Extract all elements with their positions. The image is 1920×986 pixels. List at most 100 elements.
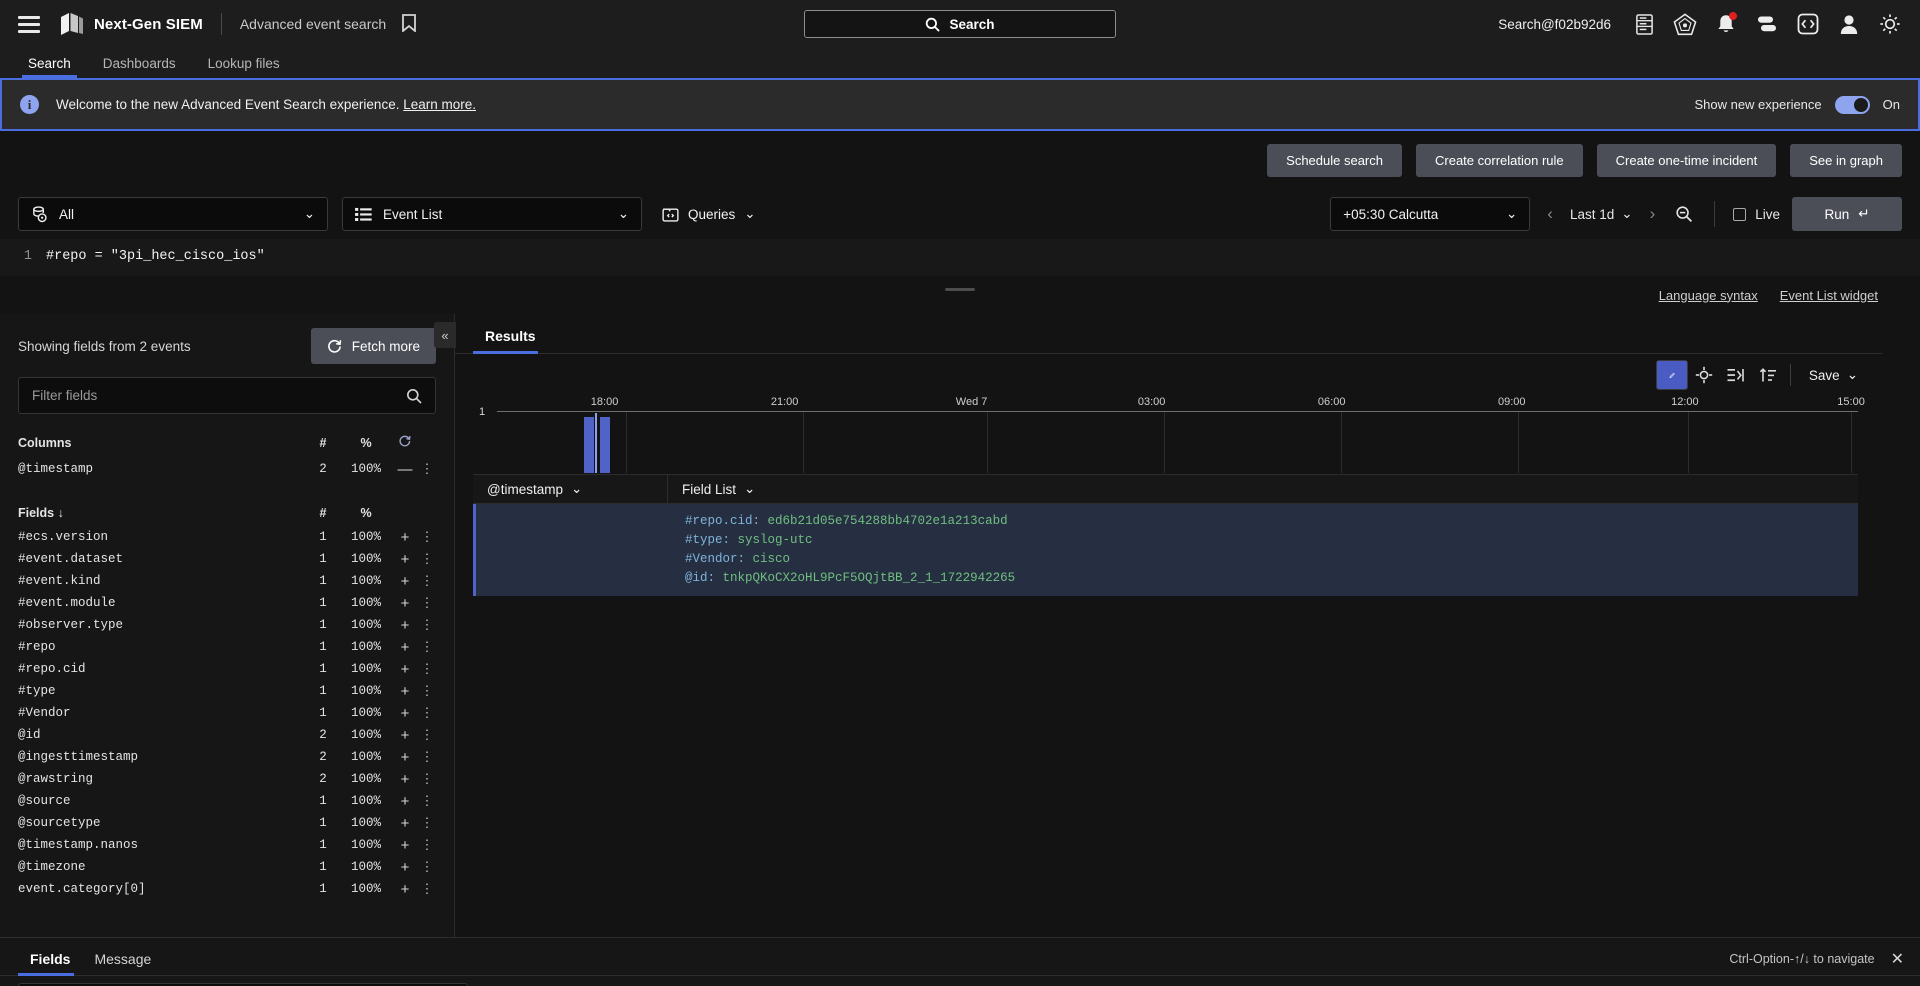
field-row-menu-icon[interactable]: ⋮ [418,661,436,677]
field-row-menu-icon[interactable]: ⋮ [418,573,436,589]
query-editor[interactable]: 1 #repo = "3pi_hec_cisco_ios" [0,239,1920,276]
search-icon[interactable] [406,388,422,404]
add-field-icon[interactable]: + [392,595,418,612]
view-type-selector[interactable]: Event List ⌄ [342,197,642,231]
live-checkbox[interactable]: Live [1733,207,1780,222]
table-row[interactable]: @timezone1100%+⋮ [0,856,454,878]
brand-logo[interactable]: Next-Gen SIEM [58,12,203,36]
table-row[interactable]: event.category[0]1100%+⋮ [0,878,454,900]
table-row[interactable]: @rawstring2100%+⋮ [0,768,454,790]
table-row[interactable]: @source1100%+⋮ [0,790,454,812]
field-row-menu-icon[interactable]: ⋮ [418,837,436,853]
hamburger-menu-icon[interactable] [18,16,40,33]
table-row[interactable]: #event.dataset1100%+⋮ [0,548,454,570]
timeline-histogram-chart[interactable]: 18:0021:00Wed 703:0006:0009:0012:0015:00… [473,396,1858,474]
edit-pen-icon[interactable] [1656,360,1688,390]
add-field-icon[interactable]: + [392,749,418,766]
add-field-icon[interactable]: + [392,727,418,744]
bookmark-icon[interactable] [402,14,416,35]
table-row[interactable]: #observer.type1100%+⋮ [0,614,454,636]
add-field-icon[interactable]: + [392,683,418,700]
editor-resize-handle[interactable] [945,288,975,291]
language-syntax-link[interactable]: Language syntax [1659,288,1758,303]
field-row-menu-icon[interactable]: ⋮ [418,683,436,699]
run-button[interactable]: Run ↵ [1792,197,1902,231]
add-field-icon[interactable]: + [392,705,418,722]
event-list-widget-link[interactable]: Event List widget [1780,288,1878,303]
feedback-icon[interactable] [1755,12,1779,36]
table-row[interactable]: @sourcetype1100%+⋮ [0,812,454,834]
collapse-sidebar-button[interactable]: « [434,322,456,348]
tab-message[interactable]: Message [82,951,163,975]
next-range-icon[interactable]: › [1645,204,1661,224]
event-field-value[interactable]: syslog-utc [738,533,813,547]
tab-fields[interactable]: Fields [18,951,82,975]
filter-fields-input[interactable] [18,377,436,414]
zoom-out-icon[interactable] [1672,202,1696,226]
table-row[interactable]: #event.kind1100%+⋮ [0,570,454,592]
add-field-icon[interactable]: + [392,529,418,546]
field-row-menu-icon[interactable]: ⋮ [418,771,436,787]
table-row[interactable]: #type1100%+⋮ [0,680,454,702]
field-row-menu-icon[interactable]: ⋮ [418,859,436,875]
add-field-icon[interactable]: + [392,837,418,854]
expand-right-icon[interactable] [1720,360,1752,390]
field-row-menu-icon[interactable]: ⋮ [418,705,436,721]
shield-pentagon-icon[interactable] [1673,12,1697,36]
add-field-icon[interactable]: + [392,771,418,788]
user-icon[interactable] [1837,12,1861,36]
column-header-timestamp[interactable]: @timestamp ⌄ [473,475,668,503]
close-icon[interactable]: ✕ [1891,949,1904,969]
field-row-menu-icon[interactable]: ⋮ [418,793,436,809]
field-row-menu-icon[interactable]: ⋮ [418,881,436,897]
fetch-more-button[interactable]: Fetch more [311,328,436,364]
table-row[interactable]: #repo1100%+⋮ [0,636,454,658]
tab-dashboards[interactable]: Dashboards [87,56,192,78]
add-field-icon[interactable]: + [392,617,418,634]
event-field-value[interactable]: ed6b21d05e754288bb4702e1a213cabd [768,514,1008,528]
table-row[interactable]: #Vendor1100%+⋮ [0,702,454,724]
field-row-menu-icon[interactable]: ⋮ [418,595,436,611]
field-row-menu-icon[interactable]: ⋮ [418,815,436,831]
field-row-menu-icon[interactable]: ⋮ [418,529,436,545]
add-field-icon[interactable]: + [392,881,418,898]
add-field-icon[interactable]: + [392,859,418,876]
repository-selector[interactable]: All ⌄ [18,197,328,231]
table-row[interactable]: @ingesttimestamp2100%+⋮ [0,746,454,768]
tab-search[interactable]: Search [12,56,87,78]
table-row[interactable]: #event.module1100%+⋮ [0,592,454,614]
save-button[interactable]: Save ⌄ [1809,367,1858,383]
chart-bar[interactable] [600,417,610,473]
target-crosshair-icon[interactable] [1688,360,1720,390]
field-row-menu-icon[interactable]: ⋮ [418,551,436,567]
timezone-selector[interactable]: +05:30 Calcutta ⌄ [1330,197,1530,231]
column-header-field-list[interactable]: Field List ⌄ [668,481,1858,497]
field-row-menu-icon[interactable]: ⋮ [418,749,436,765]
field-row-menu-icon[interactable]: ⋮ [418,639,436,655]
time-range-selector[interactable]: Last 1d ⌄ [1570,206,1633,222]
add-field-icon[interactable]: + [392,815,418,832]
add-field-icon[interactable]: + [392,639,418,656]
table-row[interactable]: @timestamp.nanos1100%+⋮ [0,834,454,856]
create-correlation-rule-button[interactable]: Create correlation rule [1416,144,1583,177]
table-row[interactable]: #ecs.version1100%+⋮ [0,526,454,548]
add-field-icon[interactable]: + [392,551,418,568]
query-text[interactable]: #repo = "3pi_hec_cisco_ios" [46,249,265,264]
schedule-search-button[interactable]: Schedule search [1267,144,1402,177]
column-row-menu-icon[interactable]: ⋮ [418,461,436,477]
table-row[interactable]: #repo.cid: ed6b21d05e754288bb4702e1a213c… [473,504,1858,596]
notifications-bell-icon[interactable] [1714,12,1738,36]
event-field-value[interactable]: tnkpQKoCX2oHL9PcF5OQjtBB_2_1_1722942265 [723,571,1016,585]
table-row[interactable]: @id2100%+⋮ [0,724,454,746]
learn-more-link[interactable]: Learn more. [403,97,476,112]
add-field-icon[interactable]: + [392,573,418,590]
show-new-experience-toggle[interactable] [1835,96,1870,114]
previous-range-icon[interactable]: ‹ [1542,204,1558,224]
remove-column-icon[interactable]: — [392,461,418,478]
server-icon[interactable] [1632,12,1656,36]
sort-ascending-icon[interactable] [1752,360,1784,390]
filter-fields-textbox[interactable] [32,388,406,403]
global-search-input[interactable]: Search [804,10,1116,38]
tab-results[interactable]: Results [473,328,548,353]
theme-brightness-icon[interactable] [1878,12,1902,36]
